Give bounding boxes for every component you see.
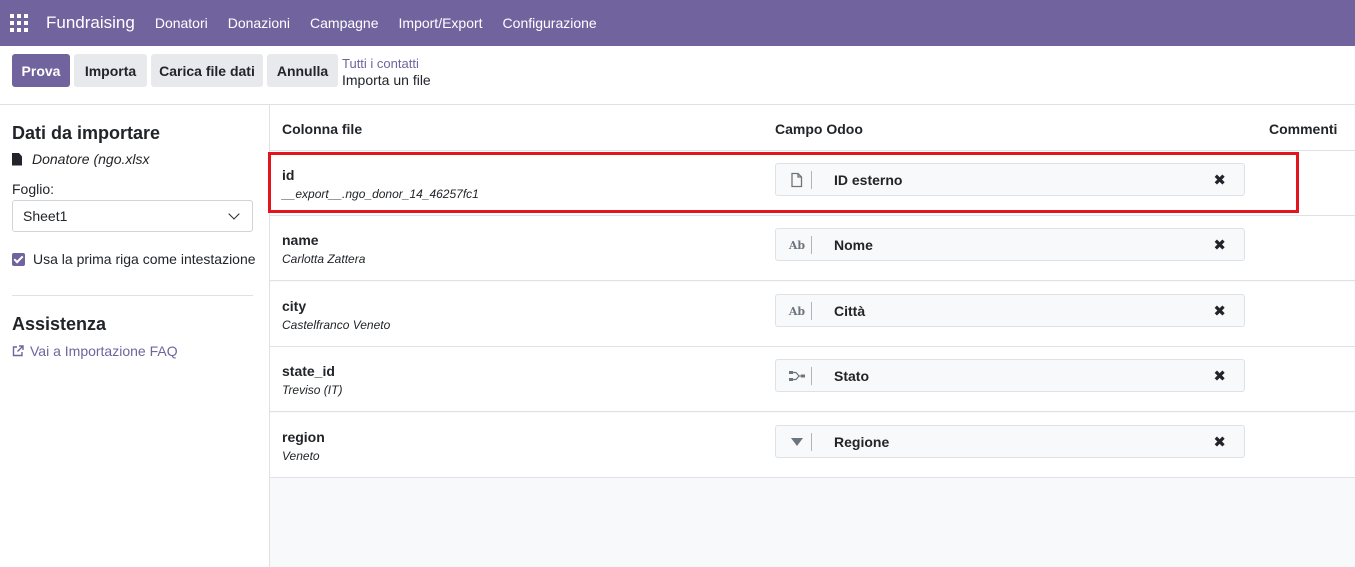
header-row-label[interactable]: Usa la prima riga come intestazione bbox=[33, 251, 256, 267]
field-separator bbox=[811, 302, 812, 320]
field-selector[interactable]: Regione ✖ bbox=[775, 425, 1245, 458]
clear-icon[interactable]: ✖ bbox=[1213, 236, 1226, 254]
column-name: region bbox=[282, 429, 325, 445]
column-name: state_id bbox=[282, 363, 335, 379]
field-separator bbox=[811, 433, 812, 451]
external-link-icon bbox=[12, 345, 24, 357]
field-separator bbox=[811, 367, 812, 385]
sidebar-divider bbox=[12, 295, 253, 296]
field-selector[interactable]: Ab Città ✖ bbox=[775, 294, 1245, 327]
menu-configurazione[interactable]: Configurazione bbox=[503, 15, 597, 31]
mapping-table: Colonna file Campo Odoo Commenti id __ex… bbox=[270, 105, 1355, 567]
column-sample: Veneto bbox=[282, 449, 320, 463]
text-icon: Ab bbox=[788, 304, 806, 318]
breadcrumb: Tutti i contatti Importa un file bbox=[342, 55, 431, 89]
sheet-label: Foglio: bbox=[12, 181, 55, 197]
field-label: ID esterno bbox=[834, 172, 903, 188]
apps-grid-icon[interactable] bbox=[10, 14, 28, 32]
field-label: Stato bbox=[834, 368, 869, 384]
menu-import-export[interactable]: Import/Export bbox=[399, 15, 483, 31]
header-colonna-file: Colonna file bbox=[282, 121, 363, 137]
sheet-select-value: Sheet1 bbox=[23, 208, 68, 224]
column-name: name bbox=[282, 232, 319, 248]
importa-button[interactable]: Importa bbox=[74, 54, 147, 87]
breadcrumb-current: Importa un file bbox=[342, 72, 431, 88]
carica-file-button[interactable]: Carica file dati bbox=[151, 54, 263, 87]
file-icon bbox=[791, 172, 803, 188]
clear-icon[interactable]: ✖ bbox=[1213, 367, 1226, 385]
field-separator bbox=[811, 236, 812, 254]
header-commenti: Commenti bbox=[1269, 121, 1338, 137]
field-label: Regione bbox=[834, 434, 890, 450]
file-row: Donatore (ngo.xlsx bbox=[12, 151, 150, 167]
field-label: Città bbox=[834, 303, 866, 319]
column-name: id bbox=[282, 167, 295, 183]
table-row: state_id Treviso (IT) Stato ✖ bbox=[270, 347, 1355, 412]
annulla-button[interactable]: Annulla bbox=[267, 54, 338, 87]
relation-icon bbox=[789, 371, 805, 381]
field-separator bbox=[811, 171, 812, 189]
breadcrumb-parent-link[interactable]: Tutti i contatti bbox=[342, 55, 431, 72]
chevron-down-icon bbox=[228, 208, 240, 220]
menu-campagne[interactable]: Campagne bbox=[310, 15, 379, 31]
header-row-checkbox[interactable] bbox=[12, 252, 25, 266]
clear-icon[interactable]: ✖ bbox=[1213, 171, 1226, 189]
import-sidebar: Dati da importare Donatore (ngo.xlsx Fog… bbox=[0, 105, 270, 567]
sheet-select[interactable]: Sheet1 bbox=[12, 200, 253, 232]
file-name: Donatore (ngo.xlsx bbox=[32, 151, 150, 167]
field-selector[interactable]: Stato ✖ bbox=[775, 359, 1245, 392]
column-sample: __export__.ngo_donor_14_46257fc1 bbox=[282, 187, 479, 201]
clear-icon[interactable]: ✖ bbox=[1213, 302, 1226, 320]
column-name: city bbox=[282, 298, 307, 314]
sidebar-title: Dati da importare bbox=[12, 123, 161, 143]
column-sample: Treviso (IT) bbox=[282, 383, 343, 397]
table-row: region Veneto Regione ✖ bbox=[270, 413, 1355, 478]
table-row: city Castelfranco Veneto Ab Città ✖ bbox=[270, 282, 1355, 347]
menu-donazioni[interactable]: Donazioni bbox=[228, 15, 290, 31]
table-row: id __export__.ngo_donor_14_46257fc1 ID e… bbox=[270, 151, 1355, 216]
app-brand[interactable]: Fundraising bbox=[46, 13, 135, 33]
file-icon bbox=[12, 152, 22, 166]
faq-link[interactable]: Vai a Importazione FAQ bbox=[12, 343, 178, 359]
selection-icon bbox=[791, 438, 803, 446]
column-sample: Castelfranco Veneto bbox=[282, 318, 391, 332]
field-label: Nome bbox=[834, 237, 873, 253]
field-selector[interactable]: Ab Nome ✖ bbox=[775, 228, 1245, 261]
faq-link-label[interactable]: Vai a Importazione FAQ bbox=[30, 343, 178, 359]
menu-donatori[interactable]: Donatori bbox=[155, 15, 208, 31]
table-header: Colonna file Campo Odoo Commenti bbox=[270, 105, 1355, 151]
header-row-option: Usa la prima riga come intestazione bbox=[12, 251, 256, 267]
header-campo-odoo: Campo Odoo bbox=[775, 121, 863, 137]
text-icon: Ab bbox=[788, 238, 806, 252]
prova-button[interactable]: Prova bbox=[12, 54, 70, 87]
help-title: Assistenza bbox=[12, 314, 107, 334]
column-sample: Carlotta Zattera bbox=[282, 252, 366, 266]
field-selector[interactable]: ID esterno ✖ bbox=[775, 163, 1245, 196]
clear-icon[interactable]: ✖ bbox=[1213, 433, 1226, 451]
top-navbar: Fundraising Donatori Donazioni Campagne … bbox=[0, 0, 1355, 46]
table-row: name Carlotta Zattera Ab Nome ✖ bbox=[270, 216, 1355, 281]
control-panel: Prova Importa Carica file dati Annulla T… bbox=[0, 46, 1355, 105]
